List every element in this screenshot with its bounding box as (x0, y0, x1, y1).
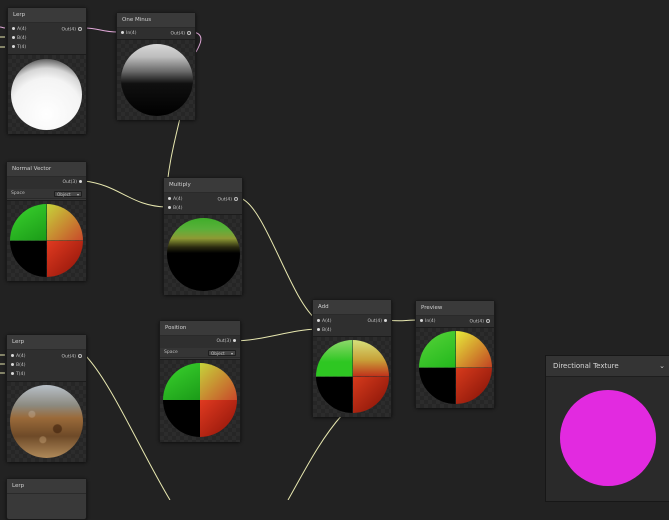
wire-lerp-mid-out (83, 353, 171, 500)
input-port-b[interactable]: B(4) (9, 363, 25, 369)
node-preview (7, 381, 86, 462)
preview-sphere (121, 44, 193, 116)
output-port[interactable]: Out(4) (170, 31, 193, 38)
node-title: Lerp (7, 479, 86, 494)
normal-vector-node[interactable]: Normal Vector Out(3) Space Object ▾ (6, 161, 87, 281)
chevron-down-icon: ▾ (230, 351, 233, 356)
wire-normal-to-multiply (83, 180, 167, 208)
node-preview (8, 54, 86, 134)
node-title: Multiply (164, 178, 242, 193)
output-port[interactable]: Out(3) (62, 180, 84, 186)
node-title: Position (160, 321, 240, 336)
output-port[interactable]: Out(4) (469, 319, 492, 326)
main-preview-sphere[interactable] (560, 390, 656, 486)
space-dropdown[interactable]: Object ▾ (208, 350, 236, 356)
node-preview (7, 200, 86, 281)
input-port-a[interactable]: A(4) (166, 197, 182, 203)
preview-sphere (11, 59, 82, 130)
node-title: Preview (416, 301, 494, 316)
panel-title-bar: Directional Texture ⌄ (546, 356, 669, 377)
node-preview (313, 336, 391, 417)
wire-multiply-to-add (239, 197, 318, 321)
one-minus-node[interactable]: One Minus In(4) Out(4) (116, 12, 196, 120)
input-port-t[interactable]: T(4) (9, 372, 25, 378)
input-port-t[interactable]: T(4) (10, 45, 26, 51)
main-preview-panel[interactable]: Directional Texture ⌄ (545, 355, 669, 502)
preview-sphere (167, 218, 240, 291)
lerp-node-middle[interactable]: Lerp A(4) B(4) T(4) Out(4) (6, 334, 87, 462)
position-node[interactable]: Position Out(3) Space Object ▾ (159, 320, 241, 442)
node-preview (416, 327, 494, 408)
input-port-in[interactable]: In(4) (418, 319, 436, 325)
node-preview (117, 39, 195, 120)
lerp-node-top[interactable]: Lerp A(4) B(4) T(4) Out(4) (7, 7, 87, 134)
chevron-down-icon: ▾ (76, 192, 79, 197)
space-label: Space (164, 350, 178, 355)
space-dropdown[interactable]: Object ▾ (54, 191, 82, 197)
preview-node[interactable]: Preview In(4) Out(4) (415, 300, 495, 408)
output-port[interactable]: Out(4) (61, 27, 84, 34)
output-port[interactable]: Out(4) (61, 354, 84, 361)
output-port[interactable]: Out(4) (217, 197, 240, 204)
space-property: Space Object ▾ (7, 189, 86, 199)
wire-left-a (0, 26, 6, 29)
wire-add-to-preview (387, 319, 419, 322)
input-port-a[interactable]: A(4) (10, 27, 26, 33)
input-port-b[interactable]: B(4) (10, 36, 26, 42)
output-port[interactable]: Out(3) (216, 339, 238, 345)
preview-sphere (316, 340, 389, 413)
output-port[interactable]: Out(4) (367, 319, 389, 325)
node-title: Lerp (8, 8, 86, 23)
space-label: Space (11, 191, 25, 196)
node-title: Lerp (7, 335, 86, 350)
multiply-node[interactable]: Multiply A(4) B(4) Out(4) (163, 177, 243, 295)
node-preview (164, 214, 242, 295)
input-port-a[interactable]: A(4) (315, 319, 331, 325)
node-preview (160, 359, 240, 442)
preview-sphere (10, 204, 83, 277)
input-port-a[interactable]: A(4) (9, 354, 25, 360)
wire-add-down (287, 414, 343, 500)
wire-position-to-add (234, 328, 318, 342)
node-title: Add (313, 300, 391, 315)
node-title: Normal Vector (7, 162, 86, 177)
node-title: One Minus (117, 13, 195, 28)
panel-title: Directional Texture (553, 362, 619, 370)
wire-lerp-to-oneminus (83, 27, 119, 33)
chevron-down-icon[interactable]: ⌄ (659, 356, 665, 376)
shader-graph-canvas[interactable]: Lerp A(4) B(4) T(4) Out(4) One Minus In(… (0, 0, 669, 520)
space-property: Space Object ▾ (160, 348, 240, 358)
lerp-node-bottom[interactable]: Lerp (6, 478, 87, 520)
input-port-b[interactable]: B(4) (166, 206, 182, 212)
input-port-b[interactable]: B(4) (315, 328, 331, 334)
add-node[interactable]: Add A(4) B(4) Out(4) (312, 299, 392, 417)
preview-sphere (163, 363, 237, 437)
input-port-in[interactable]: In(4) (119, 31, 137, 37)
preview-sphere (419, 331, 492, 404)
preview-sphere (10, 385, 83, 458)
